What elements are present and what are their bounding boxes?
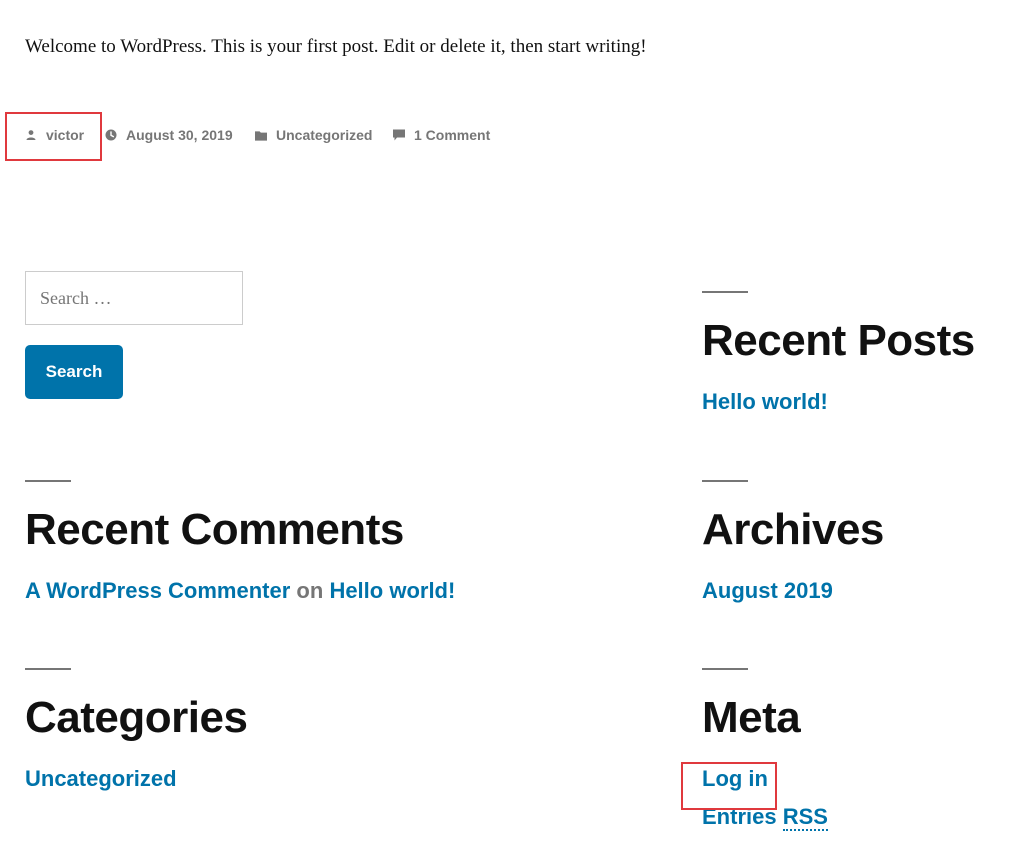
post-content: Welcome to WordPress. This is your first…: [25, 36, 647, 57]
comments-link[interactable]: 1 Comment: [414, 127, 490, 143]
date-link[interactable]: August 30, 2019: [126, 127, 233, 143]
widget-title: Recent Posts: [702, 316, 975, 365]
recent-posts-widget: Recent Posts Hello world!: [702, 291, 975, 421]
archives-widget: Archives August 2019: [702, 480, 884, 610]
list-item: August 2019: [702, 572, 884, 610]
folder-icon: [255, 129, 267, 141]
archives-list: August 2019: [702, 572, 884, 610]
meta-author: victor: [25, 126, 84, 144]
entries-rss-link[interactable]: Entries RSS: [702, 804, 828, 831]
widget-divider: [702, 668, 748, 670]
categories-list: Uncategorized: [25, 760, 247, 798]
categories-widget: Categories Uncategorized: [25, 668, 248, 798]
recent-post-link[interactable]: Hello world!: [702, 389, 828, 414]
login-link[interactable]: Log in: [702, 766, 768, 791]
category-link[interactable]: Uncategorized: [25, 766, 177, 791]
list-item: Uncategorized: [25, 760, 247, 798]
search-button[interactable]: Search: [25, 345, 123, 399]
comment-author-link[interactable]: A WordPress Commenter: [25, 578, 290, 603]
widget-title: Recent Comments: [25, 505, 404, 554]
meta-date: August 30, 2019: [105, 126, 233, 144]
archive-link[interactable]: August 2019: [702, 578, 833, 603]
comment-connector: on: [296, 578, 324, 603]
entries-label: Entries: [702, 804, 777, 829]
list-item: A WordPress Commenter on Hello world!: [25, 572, 455, 610]
widget-divider: [702, 291, 748, 293]
comment-post-link[interactable]: Hello world!: [329, 578, 455, 603]
author-link[interactable]: victor: [46, 127, 84, 143]
meta-list: Log in Entries RSS: [702, 760, 828, 836]
widget-title: Categories: [25, 693, 248, 742]
comment-icon: [393, 129, 405, 141]
widget-divider: [25, 480, 71, 482]
clock-icon: [105, 129, 117, 141]
widget-divider: [25, 668, 71, 670]
meta-widget: Meta Log in Entries RSS: [702, 668, 828, 836]
list-item: Hello world!: [702, 383, 975, 421]
recent-comments-list: A WordPress Commenter on Hello world!: [25, 572, 455, 610]
widget-title: Archives: [702, 505, 884, 554]
rss-abbr: RSS: [782, 804, 828, 831]
recent-comments-widget: Recent Comments A WordPress Commenter on…: [25, 480, 455, 610]
search-input[interactable]: [25, 271, 243, 325]
meta-comments: 1 Comment: [393, 126, 490, 144]
recent-posts-list: Hello world!: [702, 383, 975, 421]
person-icon: [25, 129, 37, 141]
category-link[interactable]: Uncategorized: [276, 127, 372, 143]
meta-category: Uncategorized: [255, 126, 372, 144]
widget-divider: [702, 480, 748, 482]
search-form: Search: [25, 271, 243, 399]
list-item: Entries RSS: [702, 798, 828, 836]
widget-title: Meta: [702, 693, 801, 742]
list-item: Log in: [702, 760, 828, 798]
